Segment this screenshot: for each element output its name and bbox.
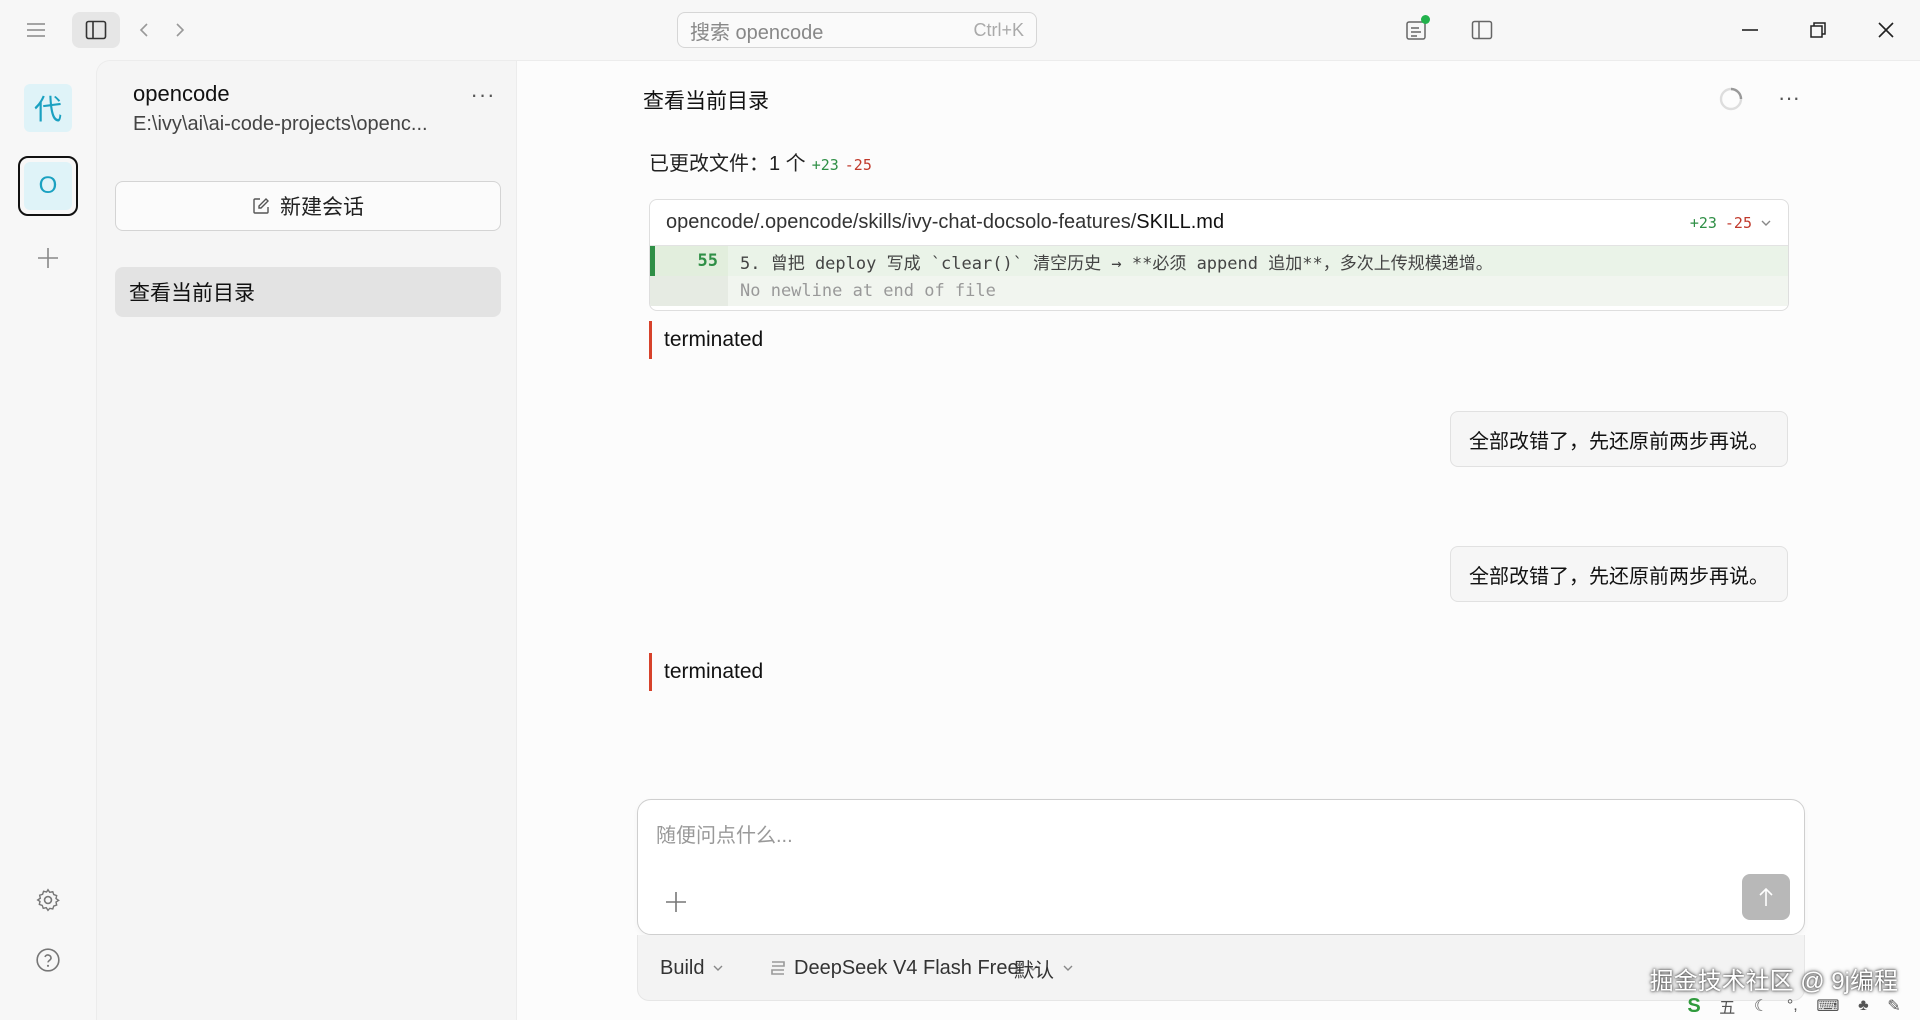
model-label: DeepSeek V4 Flash Free bbox=[794, 956, 1019, 979]
session-more-icon[interactable]: ··· bbox=[1769, 83, 1809, 113]
right-panel-icon[interactable] bbox=[1462, 10, 1502, 50]
diff-additions: +23 bbox=[1689, 213, 1717, 232]
arrow-up-icon bbox=[1759, 887, 1773, 906]
user-message: 全部改错了，先还原前两步再说。 bbox=[1450, 411, 1788, 467]
skin-icon: ♣ bbox=[1858, 997, 1869, 1014]
chevron-down-icon bbox=[1063, 965, 1073, 971]
changed-files-deletions: -25 bbox=[844, 156, 872, 174]
chevron-down-icon bbox=[713, 965, 723, 971]
diff-line: 55 5. 曾把 deploy 写成 `clear()` 清空历史 → **必须… bbox=[650, 246, 1788, 276]
moon-icon: ☾ bbox=[1753, 998, 1769, 1015]
search-shortcut: Ctrl+K bbox=[973, 19, 1024, 40]
terminated-status: terminated bbox=[649, 653, 763, 691]
search-placeholder: 搜索 opencode bbox=[690, 21, 824, 44]
chevron-down-icon[interactable] bbox=[1760, 217, 1772, 229]
composer-footer: Build DeepSeek V4 Flash Free 默认 bbox=[637, 935, 1805, 1001]
watermark: 掘金技术社区 @ 9j编程 bbox=[1649, 968, 1898, 995]
review-icon[interactable] bbox=[1396, 10, 1436, 50]
diff-line-number: 55 bbox=[650, 246, 728, 276]
diff-file-name: SKILL.md bbox=[1136, 211, 1225, 233]
search-box[interactable]: 搜索 opencode Ctrl+K bbox=[677, 12, 1037, 48]
send-button[interactable] bbox=[1742, 874, 1790, 920]
model-provider-icon bbox=[771, 961, 785, 975]
terminated-status: terminated bbox=[649, 321, 763, 359]
diff-card: opencode/.opencode/skills/ivy-chat-docso… bbox=[649, 199, 1789, 311]
punctuation-icon: °, bbox=[1786, 997, 1798, 1014]
changed-files-additions: +23 bbox=[811, 156, 839, 174]
tools-icon: ✎ bbox=[1887, 998, 1901, 1015]
changed-files-summary: 已更改文件：1 个 +23 -25 bbox=[649, 147, 872, 176]
project-more-icon[interactable]: ··· bbox=[465, 81, 501, 109]
menu-icon[interactable] bbox=[18, 12, 54, 48]
attach-plus-icon[interactable] bbox=[658, 884, 694, 920]
model-selector[interactable]: DeepSeek V4 Flash Free bbox=[770, 935, 1039, 1001]
project-avatar[interactable]: 代 bbox=[24, 84, 72, 132]
agent-label: Build bbox=[660, 956, 705, 979]
new-session-label: 新建会话 bbox=[280, 196, 364, 219]
diff-line-number bbox=[650, 276, 728, 306]
edit-icon bbox=[253, 198, 269, 214]
add-project-icon[interactable] bbox=[30, 240, 66, 276]
variant-selector[interactable]: 默认 bbox=[1014, 935, 1074, 1001]
user-message: 全部改错了，先还原前两步再说。 bbox=[1450, 546, 1788, 602]
status-dot bbox=[1421, 15, 1430, 24]
title-bar: 搜索 opencode Ctrl+K bbox=[0, 0, 1920, 60]
changed-files-label: 已更改文件：1 个 bbox=[649, 153, 806, 175]
forward-icon[interactable] bbox=[166, 12, 194, 48]
variant-label: 默认 bbox=[1014, 959, 1054, 982]
close-icon[interactable] bbox=[1862, 10, 1910, 50]
session-item[interactable]: 查看当前目录 bbox=[115, 267, 501, 317]
diff-line-code: No newline at end of file bbox=[740, 281, 996, 301]
loading-spinner-icon bbox=[1717, 85, 1745, 113]
session-sidebar: opencode E:\ivy\ai\ai-code-projects\open… bbox=[96, 60, 516, 1020]
diff-stats: +23 -25 bbox=[1690, 214, 1772, 232]
diff-line-code: 5. 曾把 deploy 写成 `clear()` 清空历史 → **必须 ap… bbox=[740, 253, 1493, 274]
diff-file-path: opencode/.opencode/skills/ivy-chat-docso… bbox=[666, 211, 1224, 234]
active-project-char: O bbox=[24, 162, 72, 210]
active-project-avatar[interactable]: O bbox=[18, 156, 78, 216]
agent-selector[interactable]: Build bbox=[660, 935, 724, 1001]
ime-logo: S bbox=[1687, 994, 1701, 1017]
ime-mode: 五 bbox=[1719, 1000, 1736, 1017]
diff-path-prefix: opencode/.opencode/skills/ivy-chat-docso… bbox=[666, 211, 1137, 233]
minimize-icon[interactable] bbox=[1726, 10, 1774, 50]
project-name: opencode bbox=[133, 81, 230, 106]
main-panel: 查看当前目录 ··· 已更改文件：1 个 +23 -25 opencode/.o… bbox=[516, 60, 1920, 1020]
project-path: E:\ivy\ai\ai-code-projects\openc... bbox=[133, 113, 428, 135]
sidebar-toggle-icon[interactable] bbox=[72, 12, 120, 48]
new-session-button[interactable]: 新建会话 bbox=[115, 181, 501, 231]
project-rail: 代 O bbox=[0, 60, 96, 1020]
restore-icon[interactable] bbox=[1794, 10, 1842, 50]
composer bbox=[637, 799, 1805, 935]
diff-line: No newline at end of file bbox=[650, 276, 1788, 306]
keyboard-icon: ⌨ bbox=[1816, 998, 1840, 1015]
ime-toolbar[interactable]: S 五 ☾ °, ⌨ ♣ ✎ bbox=[1678, 994, 1910, 1018]
settings-gear-icon[interactable] bbox=[30, 882, 66, 918]
prompt-input[interactable] bbox=[656, 816, 1756, 856]
help-icon[interactable] bbox=[30, 942, 66, 978]
back-icon[interactable] bbox=[130, 12, 158, 48]
session-title: 查看当前目录 bbox=[643, 90, 769, 113]
diff-deletions: -25 bbox=[1724, 213, 1752, 232]
diff-header[interactable]: opencode/.opencode/skills/ivy-chat-docso… bbox=[650, 200, 1788, 246]
